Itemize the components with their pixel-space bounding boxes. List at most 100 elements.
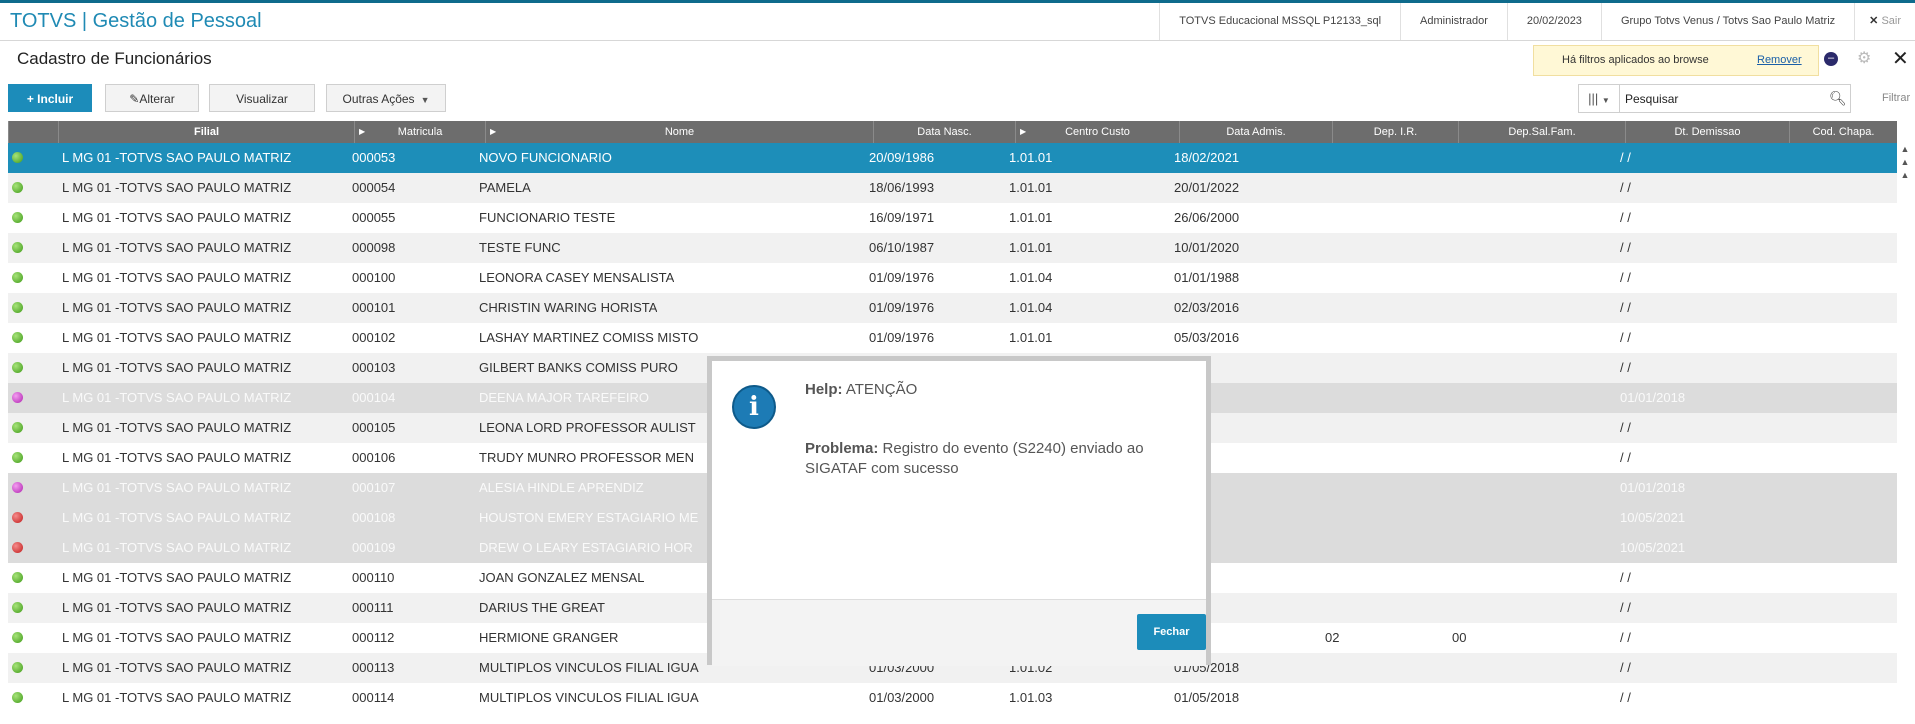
- cell-mat: 000107: [352, 480, 396, 495]
- cell-nome: TRUDY MUNRO PROFESSOR MEN: [479, 450, 694, 465]
- table-row[interactable]: L MG 01 -TOTVS SAO PAULO MATRIZ 000102 LAS…: [8, 323, 1897, 353]
- table-row[interactable]: L MG 01 -TOTVS SAO PAULO MATRIZ 000101 CHR…: [8, 293, 1897, 323]
- filter-link[interactable]: Filtrar: [1882, 92, 1910, 104]
- header-dep-sal-fam[interactable]: Dep.Sal.Fam.: [1458, 121, 1625, 143]
- minus-circle-icon[interactable]: –: [1824, 52, 1838, 66]
- search-input[interactable]: Pesquisar: [1625, 92, 1678, 106]
- cell-nasc: 18/06/1993: [869, 180, 935, 195]
- cell-nasc: 01/09/1976: [869, 300, 935, 315]
- cell-cc: 1.01.04: [1009, 270, 1053, 285]
- cell-nome: MULTIPLOS VINCULOS FILIAL IGUA: [479, 660, 699, 675]
- cell-nome: TESTE FUNC: [479, 240, 561, 255]
- cell-mat: 000110: [352, 570, 395, 585]
- cell-mat: 000102: [352, 330, 396, 345]
- view-button[interactable]: Visualizar: [209, 84, 315, 112]
- close-dialog-button[interactable]: Fechar: [1137, 614, 1206, 650]
- cell-mat: 000054: [352, 180, 396, 195]
- cell-mat: 000053: [352, 150, 396, 165]
- expand-icon: ▶: [490, 127, 497, 136]
- close-page-icon[interactable]: ✕: [1892, 46, 1909, 71]
- cell-nome: DREW O LEARY ESTAGIARIO HOR: [479, 540, 693, 555]
- cell-filial: L MG 01 -TOTVS SAO PAULO MATRIZ: [62, 240, 292, 255]
- user-label[interactable]: Administrador: [1400, 3, 1507, 40]
- cell-dem: / /: [1620, 150, 1631, 165]
- header-cod-chapa[interactable]: Cod. Chapa.: [1789, 121, 1897, 143]
- cell-filial: L MG 01 -TOTVS SAO PAULO MATRIZ: [62, 210, 292, 225]
- cell-filial: L MG 01 -TOTVS SAO PAULO MATRIZ: [62, 390, 292, 405]
- search-icon[interactable]: 🔍︎: [1829, 90, 1847, 107]
- scroll-top-icon[interactable]: ▲: [1899, 143, 1911, 156]
- cell-filial: L MG 01 -TOTVS SAO PAULO MATRIZ: [62, 660, 292, 675]
- status-green-icon: [12, 152, 23, 163]
- status-green-icon: [12, 422, 23, 433]
- table-row[interactable]: L MG 01 -TOTVS SAO PAULO MATRIZ 000114 MUL…: [8, 683, 1897, 713]
- header-matricula[interactable]: ▶ Matricula: [354, 121, 485, 143]
- cell-mat: 000112: [352, 630, 395, 645]
- cell-nome: LEONORA CASEY MENSALISTA: [479, 270, 675, 285]
- gear-icon[interactable]: ⚙: [1857, 48, 1871, 68]
- help-dialog: i Help: ATENÇÃO Problema: Registro do ev…: [707, 356, 1211, 666]
- cell-filial: L MG 01 -TOTVS SAO PAULO MATRIZ: [62, 330, 292, 345]
- table-row[interactable]: L MG 01 -TOTVS SAO PAULO MATRIZ 000055 FUN…: [8, 203, 1897, 233]
- column-selector[interactable]: ||| ▼: [1579, 85, 1620, 112]
- expand-icon: ▶: [359, 127, 366, 136]
- scroll-up-icon[interactable]: ▲: [1899, 156, 1911, 169]
- search-box: ||| ▼ Pesquisar 🔍︎: [1578, 84, 1851, 113]
- header-dt-demissao[interactable]: Dt. Demissao: [1625, 121, 1789, 143]
- status-green-icon: [12, 602, 23, 613]
- cell-mat: 000106: [352, 450, 396, 465]
- cell-mat: 000113: [352, 660, 395, 675]
- vertical-scrollbar[interactable]: ▲ ▲ ▲: [1899, 143, 1911, 723]
- status-green-icon: [12, 452, 23, 463]
- cell-dem: 01/01/2018: [1620, 390, 1686, 405]
- alter-button[interactable]: ✎Alterar: [105, 84, 199, 112]
- header-nome[interactable]: ▶ Nome: [485, 121, 873, 143]
- cell-adm: 01/05/2018: [1174, 690, 1240, 705]
- status-green-icon: [12, 272, 23, 283]
- status-magenta-icon: [12, 392, 23, 403]
- remove-filter-link[interactable]: Remover: [1757, 54, 1802, 66]
- status-green-icon: [12, 182, 23, 193]
- cell-adm: 26/06/2000: [1174, 210, 1240, 225]
- other-actions-button[interactable]: Outras Ações ▼: [326, 84, 446, 112]
- cell-nasc: 01/09/1976: [869, 270, 935, 285]
- status-green-icon: [12, 302, 23, 313]
- cell-nome: MULTIPLOS VINCULOS FILIAL IGUA: [479, 690, 699, 705]
- cell-filial: L MG 01 -TOTVS SAO PAULO MATRIZ: [62, 600, 292, 615]
- header-data-nasc[interactable]: Data Nasc.: [873, 121, 1015, 143]
- cell-cc: 1.01.01: [1009, 150, 1053, 165]
- table-row[interactable]: L MG 01 -TOTVS SAO PAULO MATRIZ 000098 TES…: [8, 233, 1897, 263]
- table-row[interactable]: L MG 01 -TOTVS SAO PAULO MATRIZ 000100 LEO…: [8, 263, 1897, 293]
- company-label[interactable]: Grupo Totvs Venus / Totvs Sao Paulo Matr…: [1600, 3, 1854, 40]
- cell-cc: 1.01.01: [1009, 330, 1053, 345]
- cell-filial: L MG 01 -TOTVS SAO PAULO MATRIZ: [62, 450, 292, 465]
- chevron-down-icon: ▼: [420, 95, 430, 105]
- header-dep-ir[interactable]: Dep. I.R.: [1332, 121, 1458, 143]
- cell-nasc: 20/09/1986: [869, 150, 935, 165]
- cell-mat: 000055: [352, 210, 396, 225]
- dialog-title: Help: ATENÇÃO: [805, 381, 918, 398]
- table-row[interactable]: L MG 01 -TOTVS SAO PAULO MATRIZ 000054 PAM…: [8, 173, 1897, 203]
- app-header: TOTVS | Gestão de Pessoal TOTVS Educacio…: [0, 3, 1915, 41]
- status-magenta-icon: [12, 482, 23, 493]
- cell-mat: 000100: [352, 270, 396, 285]
- header-centro-custo[interactable]: ▶ Centro Custo: [1015, 121, 1179, 143]
- header-filial[interactable]: Filial: [58, 121, 354, 143]
- header-status[interactable]: [8, 121, 58, 143]
- cell-dem: / /: [1620, 270, 1631, 285]
- cell-nome: NOVO FUNCIONARIO: [479, 150, 612, 165]
- cell-filial: L MG 01 -TOTVS SAO PAULO MATRIZ: [62, 540, 292, 555]
- table-row[interactable]: L MG 01 -TOTVS SAO PAULO MATRIZ 000053 NOV…: [8, 143, 1897, 173]
- cell-dem: / /: [1620, 360, 1631, 375]
- status-green-icon: [12, 212, 23, 223]
- scroll-up-small-icon[interactable]: ▲: [1899, 169, 1911, 182]
- dialog-footer: Fechar: [712, 599, 1206, 666]
- header-data-admis[interactable]: Data Admis.: [1179, 121, 1332, 143]
- cell-mat: 000103: [352, 360, 396, 375]
- page-title: Cadastro de Funcionários: [17, 49, 212, 68]
- cell-dem: / /: [1620, 660, 1631, 675]
- logout-button[interactable]: ✕ Sair: [1854, 3, 1915, 40]
- include-button[interactable]: + Incluir: [8, 84, 92, 112]
- filter-notice-text: Há filtros aplicados ao browse: [1562, 54, 1709, 66]
- cell-nasc: 16/09/1971: [869, 210, 935, 225]
